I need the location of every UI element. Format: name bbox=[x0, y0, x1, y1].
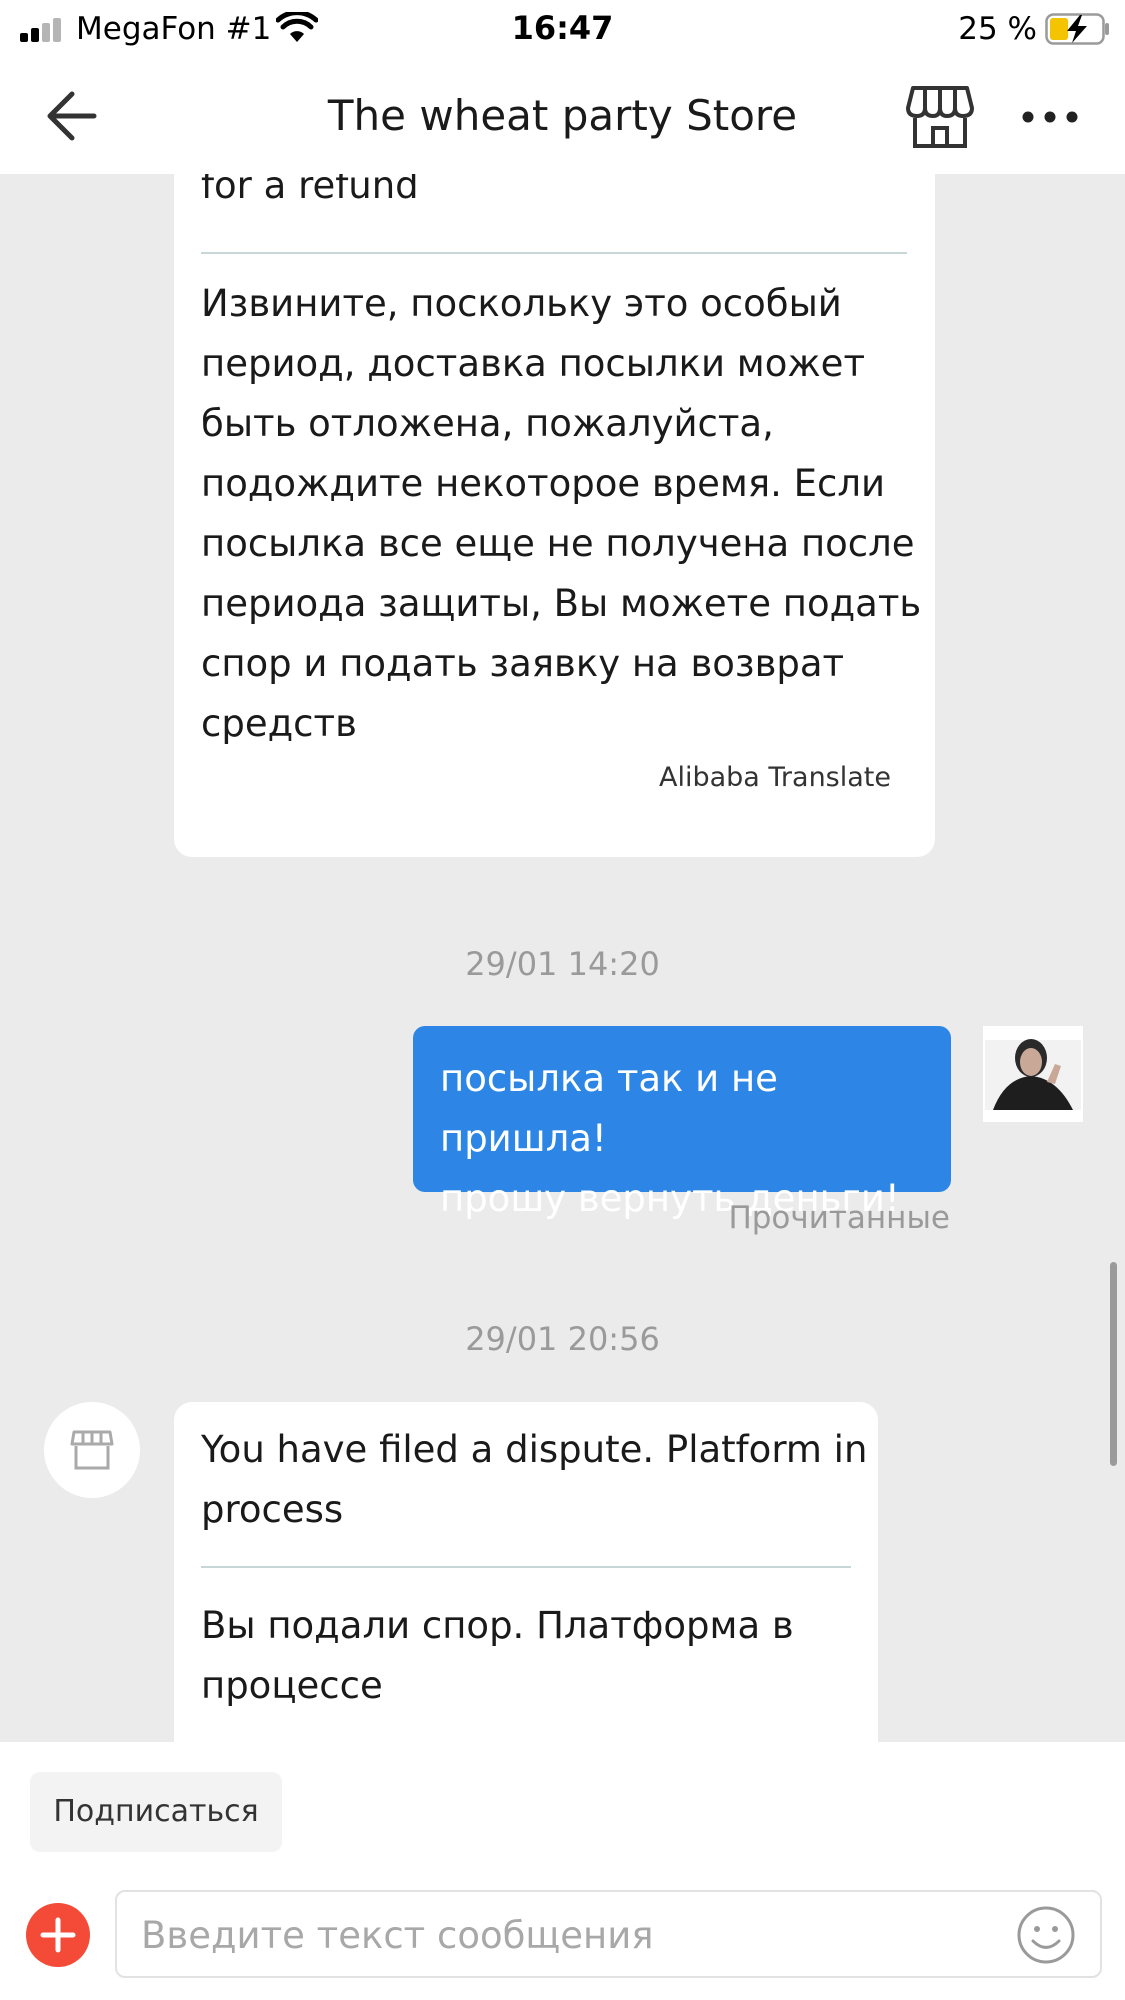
plus-icon[interactable] bbox=[26, 1903, 90, 1967]
translate-label: Alibaba Translate bbox=[658, 762, 891, 793]
text-line: быть отложена, пожалуйста, bbox=[201, 402, 774, 445]
message-original-text: for a refund bbox=[201, 174, 419, 207]
text-line: процессе bbox=[201, 1664, 383, 1707]
text-line: посылка все еще не получена после bbox=[201, 522, 915, 565]
incoming-message-card: You have filed a dispute. Platform in pr… bbox=[174, 1402, 878, 1742]
status-bar: MegaFon #1 16:47 25 % bbox=[0, 0, 1125, 58]
text-line: подождите некоторое время. Если bbox=[201, 462, 886, 505]
avatar[interactable] bbox=[983, 1026, 1083, 1122]
clock: 16:47 bbox=[511, 9, 614, 47]
chat-messages[interactable]: for a refund Извините, поскольку это осо… bbox=[0, 174, 1125, 1742]
more-icon[interactable] bbox=[1020, 102, 1080, 132]
text-line: период, доставка посылки может bbox=[201, 342, 865, 385]
scrollbar[interactable] bbox=[1110, 1262, 1117, 1466]
text-line: посылка так и не пришла! bbox=[440, 1057, 778, 1160]
text-line: process bbox=[201, 1488, 344, 1531]
battery-percentage: 25 % bbox=[958, 11, 1037, 47]
outgoing-message-bubble: посылка так и не пришла! прошу вернуть д… bbox=[413, 1026, 951, 1220]
message-timestamp: 29/01 20:56 bbox=[465, 1320, 660, 1358]
translation-divider bbox=[201, 252, 907, 254]
incoming-message-card: for a refund Извините, поскольку это осо… bbox=[174, 174, 935, 857]
store-icon bbox=[70, 1430, 114, 1470]
composer-area: Подписаться bbox=[0, 1742, 1125, 2000]
text-line: периода защиты, Вы можете подать bbox=[201, 582, 922, 625]
plus-glyph bbox=[40, 1917, 76, 1953]
chat-header: The wheat party Store bbox=[0, 58, 1125, 174]
store-avatar[interactable] bbox=[44, 1402, 140, 1498]
emoji-icon[interactable] bbox=[1015, 1904, 1077, 1966]
text-line: спор и подать заявку на возврат bbox=[201, 642, 845, 685]
battery-charging-icon bbox=[1045, 13, 1109, 45]
message-timestamp: 29/01 14:20 bbox=[465, 945, 660, 983]
text-line: You have filed a dispute. Platform in bbox=[201, 1428, 868, 1471]
message-input-box[interactable] bbox=[115, 1890, 1102, 1978]
message-original-text: You have filed a dispute. Platform in pr… bbox=[201, 1420, 867, 1540]
subscribe-button[interactable]: Подписаться bbox=[30, 1772, 282, 1852]
text-line: средств bbox=[201, 702, 357, 745]
message-input[interactable] bbox=[141, 1906, 1001, 1964]
store-icon[interactable] bbox=[905, 84, 975, 150]
text-line: Извините, поскольку это особый bbox=[201, 282, 842, 325]
translation-divider bbox=[201, 1566, 851, 1568]
text-line: Вы подали спор. Платформа в bbox=[201, 1604, 794, 1647]
message-translated-text: Извините, поскольку это особый период, д… bbox=[201, 274, 921, 754]
read-status: Прочитанные bbox=[728, 1200, 950, 1236]
message-translated-text: Вы подали спор. Платформа в процессе bbox=[201, 1596, 794, 1716]
